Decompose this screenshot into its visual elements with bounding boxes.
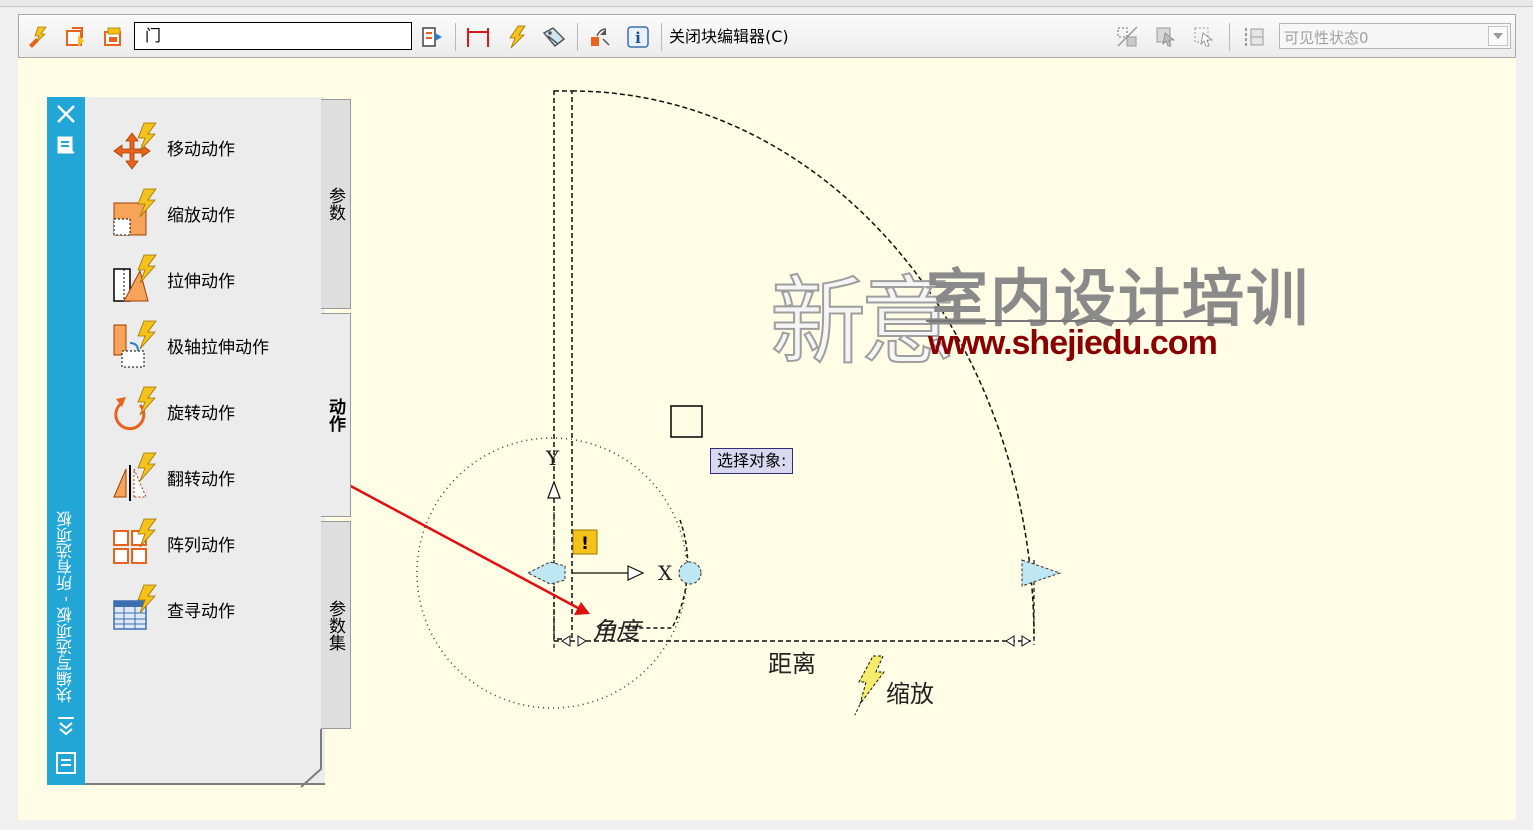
door-leaf: [553, 90, 573, 640]
angle-parameter-label: 角度: [592, 617, 640, 645]
palette-menu-icon[interactable]: [55, 751, 77, 779]
rotate-action-item[interactable]: 旋转动作: [110, 383, 310, 439]
flip-action-label: 翻转动作: [167, 470, 235, 490]
scale-action-label: 缩放动作: [167, 206, 235, 226]
polar-stretch-action-icon: [113, 320, 157, 368]
watermark-outline: 新意: [769, 265, 957, 379]
scale-action-label: 缩放: [886, 680, 934, 708]
define-attribute-icon[interactable]: [541, 23, 567, 51]
svg-text:!: !: [581, 534, 589, 554]
svg-text:i: i: [635, 29, 641, 47]
x-axis-label: X: [658, 561, 673, 585]
visibility-mode-icon[interactable]: [1115, 23, 1141, 51]
authoring-palettes-icon[interactable]: [419, 23, 445, 51]
block-authoring-palette: 块编写选项板 - 所有选项板 移动动作 缩放动作 拉伸动作 极轴拉伸动作 旋转动…: [47, 97, 352, 789]
tab-parameters-label: 参数: [325, 187, 345, 221]
chevron-down-icon[interactable]: [1488, 26, 1508, 46]
lookup-action-label: 查寻动作: [167, 602, 235, 622]
tab-parameter-sets[interactable]: 参数集: [321, 521, 351, 729]
flip-action-item[interactable]: 翻转动作: [110, 449, 310, 505]
close-block-editor-button[interactable]: 关闭块编辑器(C): [669, 24, 789, 50]
watermark-url: www.shejiedu.com: [928, 324, 1218, 362]
stretch-action-item[interactable]: 拉伸动作: [110, 251, 310, 307]
move-action-item[interactable]: 移动动作: [110, 119, 310, 175]
select-objects-prompt: 选择对象:: [710, 448, 794, 474]
rotate-action-icon: [114, 386, 157, 431]
make-invisible-icon[interactable]: [1191, 23, 1217, 51]
stretch-action-label: 拉伸动作: [167, 272, 235, 292]
rotate-action-label: 旋转动作: [167, 404, 235, 424]
y-axis-label: Y: [546, 446, 560, 470]
polar-stretch-action-item[interactable]: 极轴拉伸动作: [110, 317, 310, 373]
parameter-icon[interactable]: [465, 23, 491, 51]
distance-parameter-label: 距离: [768, 650, 816, 678]
scale-action-item[interactable]: 缩放动作: [110, 185, 310, 241]
array-action-label: 阵列动作: [167, 536, 235, 556]
lookup-action-item[interactable]: 查寻动作: [110, 581, 310, 637]
tab-parameter-sets-label: 参数集: [325, 599, 345, 651]
save-block-as-icon[interactable]: [101, 23, 127, 51]
properties-icon[interactable]: [56, 135, 76, 159]
palette-title-bar: 块编写选项板 - 所有选项板: [47, 97, 85, 785]
palette-corner: [300, 729, 322, 788]
close-icon[interactable]: [55, 103, 77, 129]
polar-stretch-action-label: 极轴拉伸动作: [167, 338, 269, 358]
stretch-action-icon: [113, 254, 157, 302]
lookup-action-icon: [113, 584, 157, 630]
palette-title: 块编写选项板 - 所有选项板: [56, 511, 75, 703]
action-icon[interactable]: [503, 23, 529, 51]
block-editor-toolbar: 门 i 关闭块编辑器(C) 可见性状态0: [18, 14, 1516, 58]
tab-parameters[interactable]: 参数: [321, 99, 351, 309]
manage-visibility-states-icon[interactable]: [1241, 23, 1267, 51]
auto-hide-icon[interactable]: [55, 715, 77, 741]
tab-actions[interactable]: 动作: [321, 313, 351, 517]
tab-actions-label: 动作: [325, 398, 345, 432]
array-action-icon: [113, 518, 157, 564]
help-info-icon[interactable]: i: [625, 23, 651, 51]
flip-action-icon: [113, 452, 157, 501]
visibility-state-value: 可见性状态0: [1284, 29, 1369, 47]
move-action-label: 移动动作: [167, 140, 235, 160]
edit-block-icon[interactable]: [25, 23, 51, 51]
window-top-strip: [0, 0, 1533, 7]
block-name-field[interactable]: 门: [134, 22, 412, 50]
update-parameter-icon[interactable]: [587, 23, 613, 51]
save-block-icon[interactable]: [63, 23, 89, 51]
array-action-item[interactable]: 阵列动作: [110, 515, 310, 571]
watermark-divider: [926, 320, 1232, 322]
visibility-state-dropdown[interactable]: 可见性状态0: [1279, 23, 1511, 49]
palette-actions-panel: 移动动作 缩放动作 拉伸动作 极轴拉伸动作 旋转动作 翻转动作 阵列动作 查寻动…: [85, 97, 325, 785]
make-visible-icon[interactable]: [1153, 23, 1179, 51]
move-action-icon: [113, 122, 157, 170]
scale-action-icon: [113, 188, 157, 236]
